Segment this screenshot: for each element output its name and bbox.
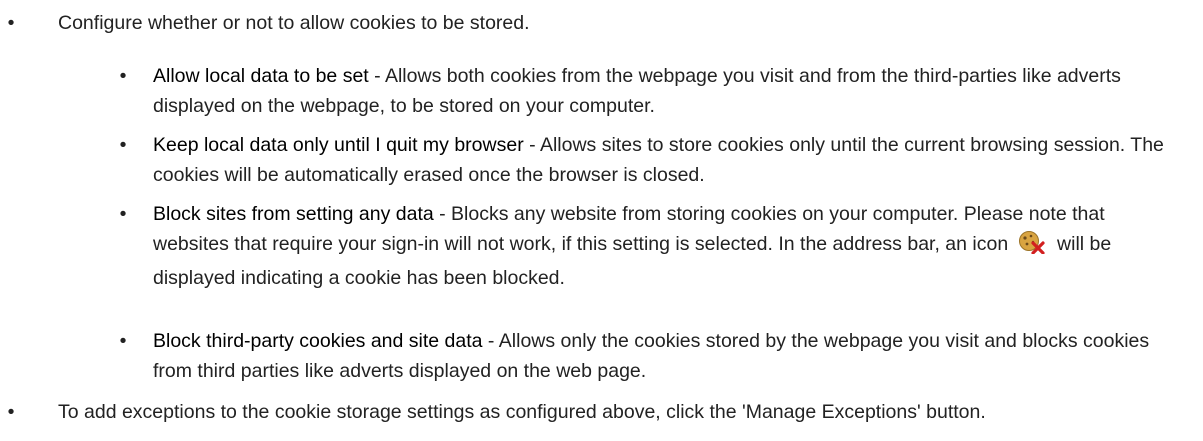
list-item-add-exceptions: • To add exceptions to the cookie storag… (0, 397, 1203, 427)
sub-list-item-allow-local-data: • Allow local data to be set - Allows bo… (0, 61, 1203, 121)
option-term: Block third-party cookies and site data (153, 330, 483, 352)
sub-list-item-block-third-party: • Block third-party cookies and site dat… (0, 326, 1203, 386)
bullet: • (7, 12, 15, 34)
option-term: Allow local data to be set (153, 65, 369, 87)
option-term: Block sites from setting any data (153, 203, 434, 225)
sub-list-item-block-all-data: • Block sites from setting any data - Bl… (0, 199, 1203, 293)
list-item-text: To add exceptions to the cookie storage … (58, 401, 986, 423)
list-item-configure-cookies: • Configure whether or not to allow cook… (0, 8, 1203, 38)
bullet: • (119, 65, 127, 87)
bullet: • (7, 401, 15, 423)
cookie-blocked-icon (1018, 230, 1046, 263)
option-term: Keep local data only until I quit my bro… (153, 134, 524, 156)
bullet: • (119, 330, 127, 352)
list-item-text: Configure whether or not to allow cookie… (58, 12, 530, 34)
bullet: • (119, 203, 127, 225)
sub-list-item-keep-until-quit: • Keep local data only until I quit my b… (0, 130, 1203, 190)
bullet: • (119, 134, 127, 156)
